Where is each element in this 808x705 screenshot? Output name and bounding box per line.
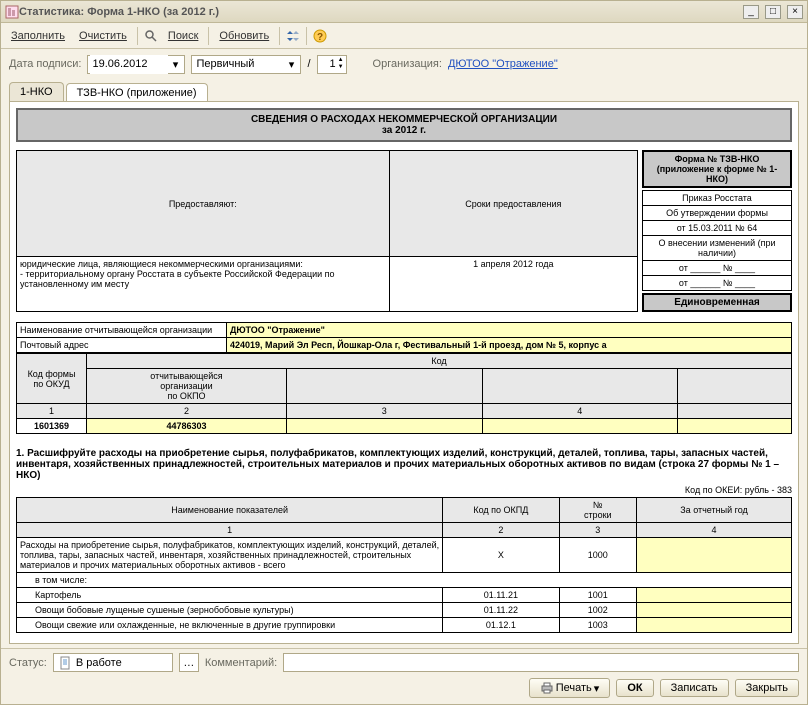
date-label: Дата подписи: (9, 58, 81, 70)
code-header: Код (87, 354, 792, 369)
th-okpd: Код по ОКПД (443, 498, 559, 523)
table-row: Картофель 01.11.21 1001 (17, 588, 792, 603)
print-button[interactable]: Печать ▾ (529, 678, 611, 698)
date-input[interactable] (90, 55, 168, 74)
titlebar: Статистика: Форма 1-НКО (за 2012 г.) _ □… (1, 1, 807, 23)
comment-input[interactable] (283, 653, 799, 672)
ok-button[interactable]: ОК (616, 679, 653, 697)
printer-icon (540, 681, 554, 695)
status-value: В работе (72, 657, 168, 669)
okpo-value: 44786303 (87, 419, 287, 434)
provide-header: Предоставляют: (17, 151, 390, 257)
doc-title-line2: за 2012 г. (22, 125, 786, 136)
org-link[interactable]: ДЮТОО "Отражение" (448, 58, 558, 70)
toolbar: Заполнить Очистить Поиск Обновить ? (1, 23, 807, 49)
save-button[interactable]: Записать (660, 679, 729, 697)
section-1-text: 1. Расшифруйте расходы на приобретение с… (16, 448, 792, 481)
table-row: Овощи свежие или охлажденные, не включен… (17, 618, 792, 633)
deadline-header: Сроки предоставления (389, 151, 637, 257)
tab-tzv-nko[interactable]: ТЗВ-НКО (приложение) (66, 83, 208, 102)
search-button[interactable]: Поиск (162, 28, 204, 44)
clear-button[interactable]: Очистить (73, 28, 133, 44)
spin-up-icon[interactable]: ▲ (338, 57, 344, 64)
sort-icon[interactable] (284, 27, 302, 45)
type-value: Первичный (194, 58, 284, 70)
org-label: Организация: (373, 58, 442, 70)
slash-label: / (307, 58, 310, 70)
close-button[interactable]: × (787, 5, 803, 19)
okud-label: Код формы по ОКУД (17, 354, 87, 404)
doc-title: СВЕДЕНИЯ О РАСХОДАХ НЕКОММЕРЧЕСКОЙ ОРГАН… (16, 108, 792, 142)
doc-title-line1: СВЕДЕНИЯ О РАСХОДАХ НЕКОММЕРЧЕСКОЙ ОРГАН… (22, 114, 786, 125)
addr-value: 424019, Марий Эл Респ, Йошкар-Ола г, Фес… (227, 338, 792, 353)
comment-label: Комментарий: (205, 657, 277, 669)
deadline-text: 1 апреля 2012 года (389, 257, 637, 312)
status-label: Статус: (9, 657, 47, 669)
table-row: Овощи бобовые лущеные сушеные (зернобобо… (17, 603, 792, 618)
provide-text: юридические лица, являющиеся некоммерчес… (17, 257, 390, 312)
footer: Статус: В работе … Комментарий: Печать ▾… (1, 648, 807, 704)
spin-down-icon[interactable]: ▼ (338, 64, 344, 71)
addr-label: Почтовый адрес (17, 338, 227, 353)
order-table: Приказ Росстата Об утверждении формы от … (642, 190, 792, 291)
document: СВЕДЕНИЯ О РАСХОДАХ НЕКОММЕРЧЕСКОЙ ОРГАН… (10, 102, 798, 639)
window-title: Статистика: Форма 1-НКО (за 2012 г.) (19, 6, 743, 18)
page-spinner[interactable]: 1 ▲▼ (317, 55, 347, 74)
params-row: Дата подписи: ▾ Первичный ▾ / 1 ▲▼ Орган… (1, 49, 807, 79)
search-icon[interactable] (142, 27, 160, 45)
codes-table: Код формы по ОКУД Код отчитывающейся орг… (16, 353, 792, 434)
maximize-button[interactable]: □ (765, 5, 781, 19)
type-dropdown[interactable]: Первичный ▾ (191, 55, 301, 74)
chevron-down-icon[interactable]: ▾ (284, 58, 298, 71)
okpo-label: отчитывающейся организации по ОКПО (87, 369, 287, 404)
th-name: Наименование показателей (17, 498, 443, 523)
onetime-label: Единовременная (642, 293, 792, 312)
tab-1nko[interactable]: 1-НКО (9, 82, 64, 101)
status-field[interactable]: В работе (53, 653, 173, 672)
org-info-table: Наименование отчитывающейся организации … (16, 322, 792, 353)
app-icon (5, 5, 19, 19)
page-value: 1 (320, 58, 338, 70)
document-icon (58, 656, 72, 670)
minimize-button[interactable]: _ (743, 5, 759, 19)
date-field[interactable]: ▾ (87, 55, 185, 74)
provide-table: Предоставляют: Сроки предоставления юрид… (16, 150, 638, 312)
close-window-button[interactable]: Закрыть (735, 679, 799, 697)
table-row: в том числе: (17, 573, 792, 588)
th-year: За отчетный год (637, 498, 792, 523)
org-name-label: Наименование отчитывающейся организации (17, 323, 227, 338)
document-area[interactable]: СВЕДЕНИЯ О РАСХОДАХ НЕКОММЕРЧЕСКОЙ ОРГАН… (9, 101, 799, 644)
fill-button[interactable]: Заполнить (5, 28, 71, 44)
help-icon[interactable]: ? (311, 27, 329, 45)
status-dots-button[interactable]: … (179, 653, 199, 672)
table-row: Расходы на приобретение сырья, полуфабри… (17, 538, 792, 573)
form-number: Форма № ТЗВ-НКО (приложение к форме № 1-… (642, 150, 792, 188)
app-window: Статистика: Форма 1-НКО (за 2012 г.) _ □… (0, 0, 808, 705)
org-name-value: ДЮТОО "Отражение" (227, 323, 792, 338)
okud-value: 1601369 (17, 419, 87, 434)
th-line: № строки (559, 498, 637, 523)
refresh-button[interactable]: Обновить (213, 28, 275, 44)
chevron-down-icon[interactable]: ▾ (594, 682, 600, 695)
expenses-table: Наименование показателей Код по ОКПД № с… (16, 497, 792, 633)
svg-text:?: ? (317, 32, 323, 43)
okei-label: Код по ОКЕИ: рубль - 383 (16, 485, 792, 495)
tabs: 1-НКО ТЗВ-НКО (приложение) (1, 79, 807, 101)
calendar-icon[interactable]: ▾ (168, 58, 182, 71)
